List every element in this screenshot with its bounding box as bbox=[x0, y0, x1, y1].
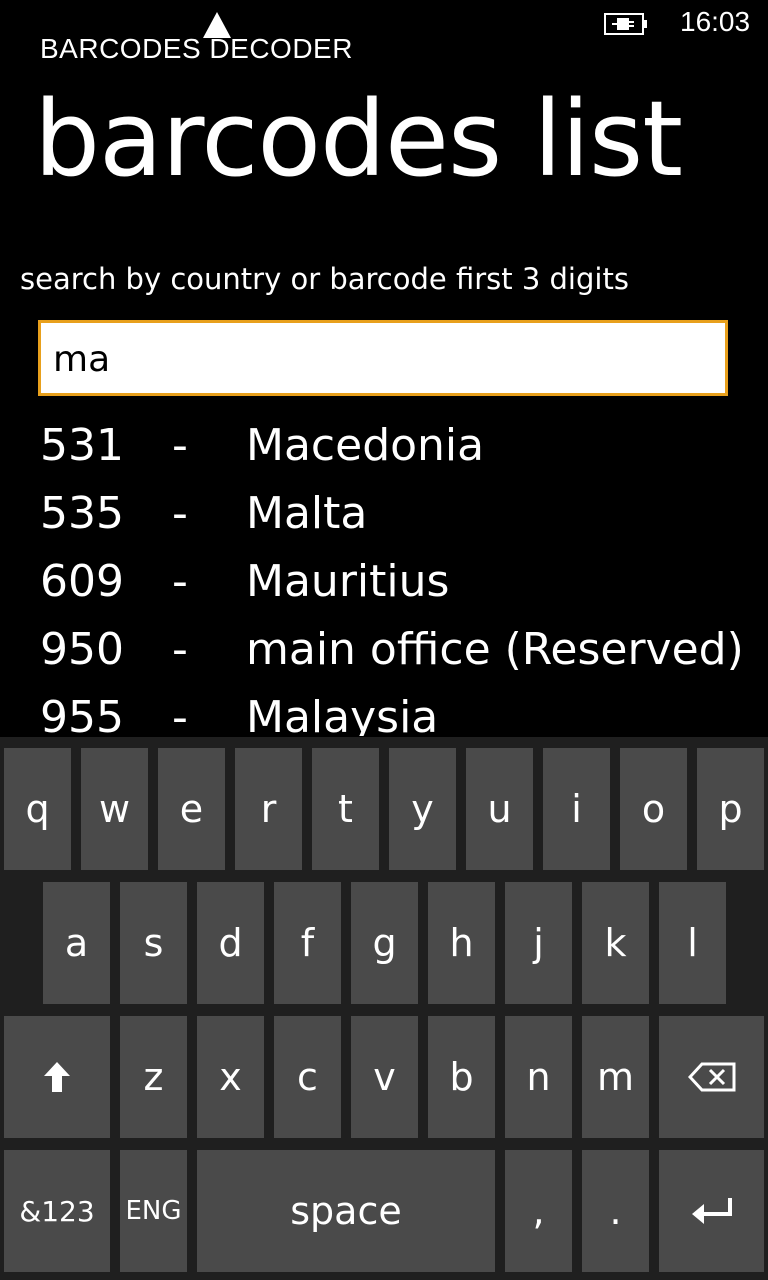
key-a[interactable]: a bbox=[43, 882, 110, 1004]
result-separator: - bbox=[172, 488, 188, 539]
key-g[interactable]: g bbox=[351, 882, 418, 1004]
key-j[interactable]: j bbox=[505, 882, 572, 1004]
result-row[interactable]: 609- Mauritius bbox=[0, 556, 768, 624]
key-c[interactable]: c bbox=[274, 1016, 341, 1138]
key-z[interactable]: z bbox=[120, 1016, 187, 1138]
result-code: 950 bbox=[40, 624, 124, 675]
result-separator: - bbox=[172, 556, 188, 607]
shift-arrow-icon bbox=[44, 1062, 70, 1092]
search-input[interactable] bbox=[51, 331, 715, 387]
result-row[interactable]: 535- Malta bbox=[0, 488, 768, 556]
key-f[interactable]: f bbox=[274, 882, 341, 1004]
comma-key[interactable]: , bbox=[505, 1150, 572, 1272]
key-m[interactable]: m bbox=[582, 1016, 649, 1138]
page-title: barcodes list bbox=[34, 78, 683, 200]
result-row[interactable]: 955 - Malaysia bbox=[0, 692, 768, 736]
result-country: Malaysia bbox=[246, 692, 439, 736]
key-r[interactable]: r bbox=[235, 748, 302, 870]
result-country: Macedonia bbox=[246, 420, 485, 471]
key-q[interactable]: q bbox=[4, 748, 71, 870]
enter-icon bbox=[691, 1198, 732, 1224]
result-code: 609 bbox=[40, 556, 124, 607]
space-key[interactable]: space bbox=[197, 1150, 495, 1272]
results-list: 531- Macedonia 535- Malta 609- Mauritius 950- m… bbox=[0, 420, 768, 736]
result-code: 955 bbox=[40, 692, 124, 736]
result-row[interactable]: 950- main office (Reserved) bbox=[0, 624, 768, 692]
key-h[interactable]: h bbox=[428, 882, 495, 1004]
backspace-key[interactable] bbox=[659, 1016, 764, 1138]
key-x[interactable]: x bbox=[197, 1016, 264, 1138]
backspace-icon bbox=[687, 1062, 735, 1092]
key-n[interactable]: n bbox=[505, 1016, 572, 1138]
result-separator: - bbox=[172, 692, 188, 736]
key-t[interactable]: t bbox=[312, 748, 379, 870]
key-b[interactable]: b bbox=[428, 1016, 495, 1138]
key-k[interactable]: k bbox=[582, 882, 649, 1004]
charging-battery-icon bbox=[604, 13, 647, 35]
clock: 16:03 bbox=[680, 6, 751, 37]
key-o[interactable]: o bbox=[620, 748, 687, 870]
key-s[interactable]: s bbox=[120, 882, 187, 1004]
search-box[interactable] bbox=[38, 320, 728, 396]
key-w[interactable]: w bbox=[81, 748, 148, 870]
symbols-key[interactable]: &123 bbox=[4, 1150, 110, 1272]
result-code: 535 bbox=[40, 488, 124, 539]
result-separator: - bbox=[172, 420, 188, 471]
key-u[interactable]: u bbox=[466, 748, 533, 870]
result-row[interactable]: 531- Macedonia bbox=[0, 420, 768, 488]
period-key[interactable]: . bbox=[582, 1150, 649, 1272]
key-y[interactable]: y bbox=[389, 748, 456, 870]
shift-key[interactable] bbox=[4, 1016, 110, 1138]
key-l[interactable]: l bbox=[659, 882, 726, 1004]
result-country: Malta bbox=[246, 488, 368, 539]
key-p[interactable]: p bbox=[697, 748, 764, 870]
result-code: 531 bbox=[40, 420, 124, 471]
enter-key[interactable] bbox=[659, 1150, 764, 1272]
key-i[interactable]: i bbox=[543, 748, 610, 870]
key-e[interactable]: e bbox=[158, 748, 225, 870]
key-d[interactable]: d bbox=[197, 882, 264, 1004]
app-title: BARCODES DECODER bbox=[40, 33, 353, 64]
search-label: search by country or barcode first 3 dig… bbox=[20, 262, 629, 296]
key-v[interactable]: v bbox=[351, 1016, 418, 1138]
result-country: main office (Reserved) bbox=[246, 624, 744, 675]
on-screen-keyboard: q w e r t y u i o p a s d f g h j k l z … bbox=[0, 737, 768, 1280]
language-key[interactable]: ENG bbox=[120, 1150, 187, 1272]
result-separator: - bbox=[172, 624, 188, 675]
result-country: Mauritius bbox=[246, 556, 450, 607]
